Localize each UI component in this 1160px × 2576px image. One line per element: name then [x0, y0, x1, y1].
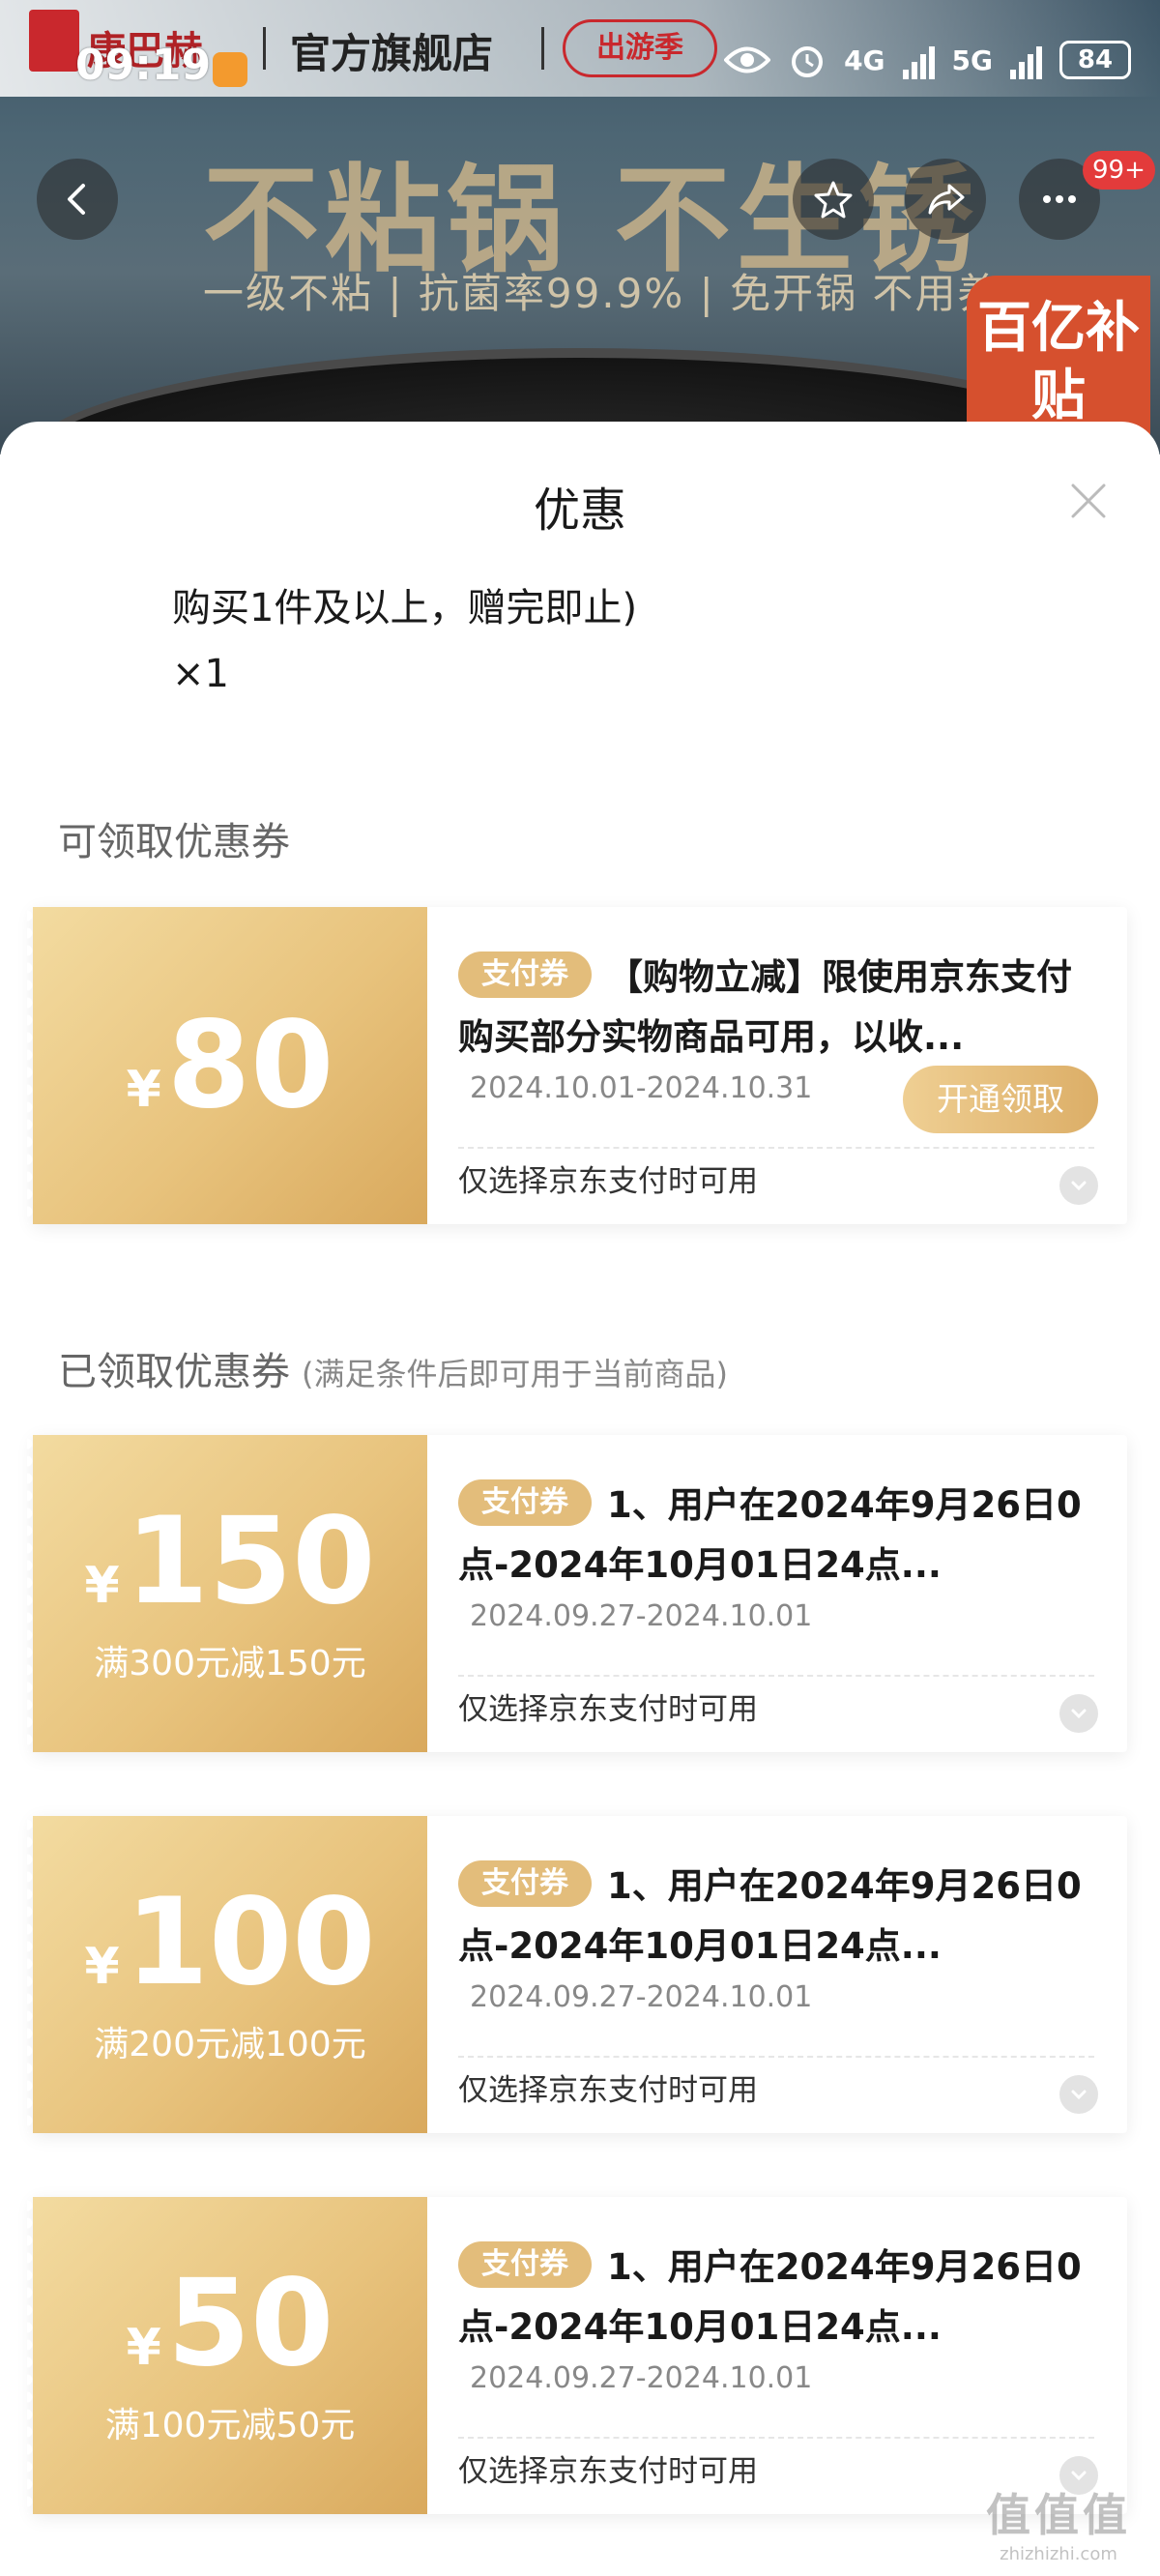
favorite-button[interactable] — [793, 159, 874, 240]
gift-description: 购买1件及以上，赠完即止) — [172, 586, 638, 630]
eye-icon — [724, 46, 771, 73]
chevron-left-icon — [68, 184, 85, 215]
coupon-details: 支付券 1、用户在2024年9月26日0点-2024年10月01日24点... 2… — [427, 2197, 1127, 2514]
coupon-value: 150 — [125, 1492, 376, 1631]
chevron-down-icon — [1071, 1709, 1087, 1719]
coupon-value: 50 — [166, 2254, 334, 2393]
coupon-limit: 仅选择京东支付时可用 — [458, 1692, 758, 1727]
coupon-condition: 满200元减100元 — [94, 2025, 366, 2064]
more-dots-icon — [1043, 195, 1076, 203]
claim-coupon-button[interactable]: 开通领取 — [903, 1066, 1098, 1133]
battery-icon: 84 — [1059, 41, 1131, 79]
coupon-card: ¥ 80 支付券 【购物立减】限使用京东支付购买部分实物商品可用，以收... 20… — [27, 907, 1127, 1224]
coupon-amount: ¥ 150 — [84, 1502, 375, 1622]
shop-tag: 出游季 — [563, 19, 717, 77]
close-icon — [1071, 483, 1106, 518]
coupon-date: 2024.09.27-2024.10.01 — [470, 1599, 813, 1633]
expand-button[interactable] — [1059, 2075, 1098, 2114]
signal-icon — [902, 41, 935, 79]
coupon-details: 支付券 1、用户在2024年9月26日0点-2024年10月01日24点... 2… — [427, 1816, 1127, 2133]
expand-button[interactable] — [1059, 1694, 1098, 1733]
section-title-text: 已领取优惠券 — [58, 1350, 290, 1394]
coupon-date: 2024.09.27-2024.10.01 — [470, 2361, 813, 2395]
coupon-title: 支付券 1、用户在2024年9月26日0点-2024年10月01日24点... — [458, 2238, 1094, 2357]
claimed-coupons-title: 已领取优惠券 (满足条件后即可用于当前商品) — [58, 1340, 728, 1396]
currency-symbol: ¥ — [126, 1061, 161, 1119]
network-label-5g: 5G — [951, 44, 993, 76]
coupon-amount-panel: ¥ 50 满100元减50元 — [27, 2197, 427, 2514]
coupon-card: ¥ 50 满100元减50元 支付券 1、用户在2024年9月26日0点-2024… — [27, 2197, 1127, 2514]
subsidy-badge: 百亿补贴 — [967, 276, 1150, 440]
banner-subline: 一级不粘 | 抗菌率99.9% | 免开锅 不用养 — [203, 270, 1000, 317]
divider — [458, 1675, 1094, 1677]
divider — [458, 2056, 1094, 2058]
available-coupons-title: 可领取优惠券 — [58, 810, 290, 866]
coupon-amount: ¥ 50 — [127, 2264, 334, 2384]
signal-icon — [1010, 41, 1042, 79]
product-banner: 康巴赫 官方旗舰店 出游季 09:19 4G 5G 84 不粘锅 不生锈 一级不… — [0, 0, 1160, 454]
chevron-down-icon — [1071, 1181, 1087, 1191]
divider — [541, 27, 544, 70]
expand-button[interactable] — [1059, 1166, 1098, 1205]
coupon-date: 2024.09.27-2024.10.01 — [470, 1980, 813, 2014]
coupon-value: 80 — [166, 996, 334, 1135]
message-count-badge: 99+ — [1083, 151, 1155, 190]
currency-symbol: ¥ — [84, 1938, 120, 1996]
coupon-title: 支付券 【购物立减】限使用京东支付购买部分实物商品可用，以收... — [458, 948, 1094, 1068]
section-title-text: 可领取优惠券 — [58, 820, 290, 864]
currency-symbol: ¥ — [84, 1557, 120, 1615]
coupon-limit: 仅选择京东支付时可用 — [458, 2454, 758, 2489]
coupon-tag: 支付券 — [458, 1860, 592, 1907]
share-button[interactable] — [905, 159, 986, 240]
coupon-limit: 仅选择京东支付时可用 — [458, 2073, 758, 2108]
coupon-title: 支付券 1、用户在2024年9月26日0点-2024年10月01日24点... — [458, 1476, 1094, 1595]
status-icons: 4G 5G 84 — [724, 41, 1131, 79]
coupon-amount-panel: ¥ 150 满300元减150元 — [27, 1435, 427, 1752]
coupon-amount-panel: ¥ 100 满200元减100元 — [27, 1816, 427, 2133]
section-note: (满足条件后即可用于当前商品) — [302, 1356, 728, 1392]
coupon-title: 支付券 1、用户在2024年9月26日0点-2024年10月01日24点... — [458, 1857, 1094, 1976]
watermark-url: zhizhizhi.com — [1000, 2544, 1117, 2564]
share-icon — [928, 184, 965, 215]
coupon-limit: 仅选择京东支付时可用 — [458, 1164, 758, 1199]
watermark: 值值值 zhizhizhi.com — [986, 2480, 1131, 2564]
status-time: 09:19 — [75, 41, 212, 90]
coupon-tag: 支付券 — [458, 1479, 592, 1526]
coupon-card: ¥ 150 满300元减150元 支付券 1、用户在2024年9月26日0点-20… — [27, 1435, 1127, 1752]
coupon-condition: 满300元减150元 — [94, 1644, 366, 1683]
divider — [458, 1147, 1094, 1149]
notification-app-icon — [213, 52, 247, 87]
gift-quantity: ×1 — [172, 652, 229, 696]
alarm-icon — [792, 46, 824, 77]
coupon-amount: ¥ 80 — [127, 1006, 334, 1126]
coupon-tag: 支付券 — [458, 951, 592, 998]
star-icon — [814, 181, 853, 219]
coupon-details: 支付券 【购物立减】限使用京东支付购买部分实物商品可用，以收... 2024.10… — [427, 907, 1127, 1224]
currency-symbol: ¥ — [126, 2319, 161, 2377]
chevron-down-icon — [1071, 2090, 1087, 2100]
coupon-value: 100 — [125, 1873, 376, 2012]
shop-logo — [29, 10, 79, 72]
coupon-amount-panel: ¥ 80 — [27, 907, 427, 1224]
coupon-card: ¥ 100 满200元减100元 支付券 1、用户在2024年9月26日0点-20… — [27, 1816, 1127, 2133]
coupon-details: 支付券 1、用户在2024年9月26日0点-2024年10月01日24点... 2… — [427, 1435, 1127, 1752]
network-label-4g: 4G — [844, 44, 885, 76]
back-button[interactable] — [37, 159, 118, 240]
coupon-tag: 支付券 — [458, 2241, 592, 2288]
coupon-amount: ¥ 100 — [84, 1883, 375, 2003]
close-button[interactable] — [1067, 480, 1110, 522]
discount-sheet: 优惠 购买1件及以上，赠完即止) ×1 可领取优惠券 ¥ 80 支付券 【购物立减… — [0, 422, 1160, 2576]
coupon-condition: 满100元减50元 — [104, 2406, 356, 2445]
watermark-logo: 值值值 — [986, 2489, 1131, 2541]
sheet-title: 优惠 — [533, 483, 626, 538]
divider — [263, 27, 266, 70]
divider — [458, 2437, 1094, 2439]
shop-name: 官方旗舰店 — [290, 30, 494, 77]
